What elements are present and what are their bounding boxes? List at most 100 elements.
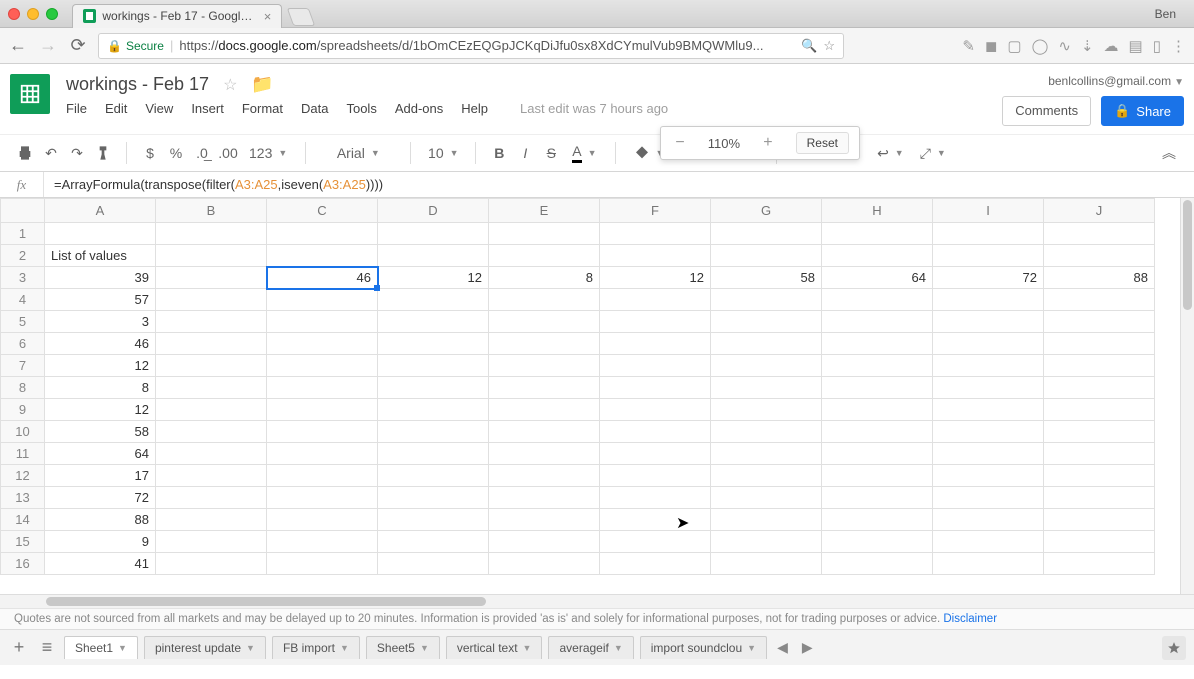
cell[interactable]: 12 (600, 267, 711, 289)
ext-icon[interactable]: ☁ (1104, 37, 1119, 55)
sheet-tab[interactable]: averageif▼ (548, 636, 633, 659)
cell[interactable]: 64 (822, 267, 933, 289)
increase-decimal-icon[interactable]: .00 (217, 140, 239, 166)
font-size-dropdown[interactable]: 10▼ (423, 140, 463, 166)
decrease-decimal-icon[interactable]: .0̲ (191, 140, 213, 166)
row-header[interactable]: 9 (1, 399, 45, 421)
cell[interactable]: 72 (933, 267, 1044, 289)
sheet-tab[interactable]: import soundclou▼ (640, 636, 767, 659)
zoom-indicator-icon[interactable]: 🔍 (801, 38, 817, 54)
col-header[interactable]: G (711, 199, 822, 223)
close-tab-icon[interactable]: × (264, 9, 271, 24)
collapse-toolbar-icon[interactable]: ︽ (1158, 140, 1180, 166)
cell[interactable]: 12 (45, 355, 156, 377)
back-button[interactable]: ← (8, 35, 28, 56)
bold-icon[interactable]: B (488, 140, 510, 166)
zoom-reset-button[interactable]: Reset (796, 132, 849, 154)
ext-icon[interactable]: ∿ (1058, 37, 1071, 55)
browser-tab[interactable]: workings - Feb 17 - Google Sh × (72, 4, 282, 28)
cell[interactable]: 64 (45, 443, 156, 465)
col-header[interactable]: A (45, 199, 156, 223)
ext-icon[interactable]: ✎ (962, 37, 975, 55)
currency-icon[interactable]: $ (139, 140, 161, 166)
star-icon[interactable]: ☆ (223, 75, 237, 95)
col-header[interactable]: F (600, 199, 711, 223)
menu-insert[interactable]: Insert (191, 101, 224, 116)
cell[interactable]: 88 (1044, 267, 1155, 289)
address-bar[interactable]: 🔒 Secure | https://docs.google.com/sprea… (98, 33, 844, 59)
col-header[interactable]: C (267, 199, 378, 223)
move-folder-icon[interactable]: 📁 (251, 74, 273, 95)
cell[interactable]: 88 (45, 509, 156, 531)
number-format-dropdown[interactable]: 123▼ (243, 140, 293, 166)
row-header[interactable]: 2 (1, 245, 45, 267)
cell[interactable]: 46 (45, 333, 156, 355)
row-header[interactable]: 4 (1, 289, 45, 311)
menu-file[interactable]: File (66, 101, 87, 116)
cell[interactable]: 72 (45, 487, 156, 509)
document-title[interactable]: workings - Feb 17 (66, 74, 209, 95)
percent-icon[interactable]: % (165, 140, 187, 166)
sheet-tab[interactable]: vertical text▼ (446, 636, 543, 659)
cell[interactable]: 8 (45, 377, 156, 399)
row-header[interactable]: 5 (1, 311, 45, 333)
menu-tools[interactable]: Tools (346, 101, 376, 116)
rotate-icon[interactable]: ⤢▼ (914, 140, 952, 166)
formula-input[interactable]: =ArrayFormula(transpose(filter(A3:A25,is… (44, 177, 393, 192)
cell[interactable]: List of values (45, 245, 156, 267)
last-edit-text[interactable]: Last edit was 7 hours ago (520, 101, 668, 116)
menu-format[interactable]: Format (242, 101, 283, 116)
row-header[interactable]: 13 (1, 487, 45, 509)
row-header[interactable]: 6 (1, 333, 45, 355)
cell[interactable]: 12 (378, 267, 489, 289)
print-icon[interactable] (14, 140, 36, 166)
wrap-icon[interactable]: ↩▼ (871, 140, 910, 166)
row-header[interactable]: 1 (1, 223, 45, 245)
sheet-scroll-right-icon[interactable]: ▶ (802, 639, 813, 656)
add-sheet-button[interactable]: + (8, 637, 30, 658)
undo-icon[interactable]: ↶ (40, 140, 62, 166)
cell[interactable]: 39 (45, 267, 156, 289)
col-header[interactable]: I (933, 199, 1044, 223)
paint-format-icon[interactable] (92, 140, 114, 166)
sheet-tab-active[interactable]: Sheet1▼ (64, 636, 138, 659)
ext-icon[interactable]: ▯ (1153, 37, 1161, 55)
cell[interactable]: 58 (711, 267, 822, 289)
row-header[interactable]: 8 (1, 377, 45, 399)
disclaimer-link[interactable]: Disclaimer (943, 613, 997, 625)
col-header[interactable]: J (1044, 199, 1155, 223)
menu-addons[interactable]: Add-ons (395, 101, 443, 116)
row-header[interactable]: 10 (1, 421, 45, 443)
redo-icon[interactable]: ↷ (66, 140, 88, 166)
chrome-menu-icon[interactable]: ⋮ (1171, 37, 1186, 55)
cell[interactable]: 41 (45, 553, 156, 575)
bookmark-star-icon[interactable]: ☆ (823, 38, 835, 54)
font-family-dropdown[interactable]: Arial▼ (318, 140, 398, 166)
account-email[interactable]: benlcollins@gmail.com▼ (1048, 74, 1184, 88)
strikethrough-icon[interactable]: S (540, 140, 562, 166)
row-header[interactable]: 14 (1, 509, 45, 531)
row-header[interactable]: 3 (1, 267, 45, 289)
menu-help[interactable]: Help (461, 101, 488, 116)
zoom-in-button[interactable]: + (759, 134, 777, 152)
row-header[interactable]: 12 (1, 465, 45, 487)
sheet-tab[interactable]: pinterest update▼ (144, 636, 266, 659)
all-sheets-button[interactable]: ≡ (36, 637, 58, 658)
close-window-icon[interactable] (8, 8, 20, 20)
sheets-logo-icon[interactable] (10, 74, 50, 114)
zoom-out-button[interactable]: − (671, 134, 689, 152)
col-header[interactable]: D (378, 199, 489, 223)
cell[interactable]: 12 (45, 399, 156, 421)
selected-cell[interactable]: 46 (267, 267, 378, 289)
menu-data[interactable]: Data (301, 101, 328, 116)
menu-edit[interactable]: Edit (105, 101, 127, 116)
horizontal-scrollbar[interactable] (0, 594, 1194, 608)
row-header[interactable]: 15 (1, 531, 45, 553)
share-button[interactable]: 🔒 Share (1101, 96, 1184, 126)
row-header[interactable]: 7 (1, 355, 45, 377)
col-header[interactable]: B (156, 199, 267, 223)
ext-icon[interactable]: ◯ (1032, 37, 1049, 55)
cell[interactable]: 17 (45, 465, 156, 487)
comments-button[interactable]: Comments (1002, 96, 1091, 126)
new-tab-button[interactable] (287, 8, 316, 26)
